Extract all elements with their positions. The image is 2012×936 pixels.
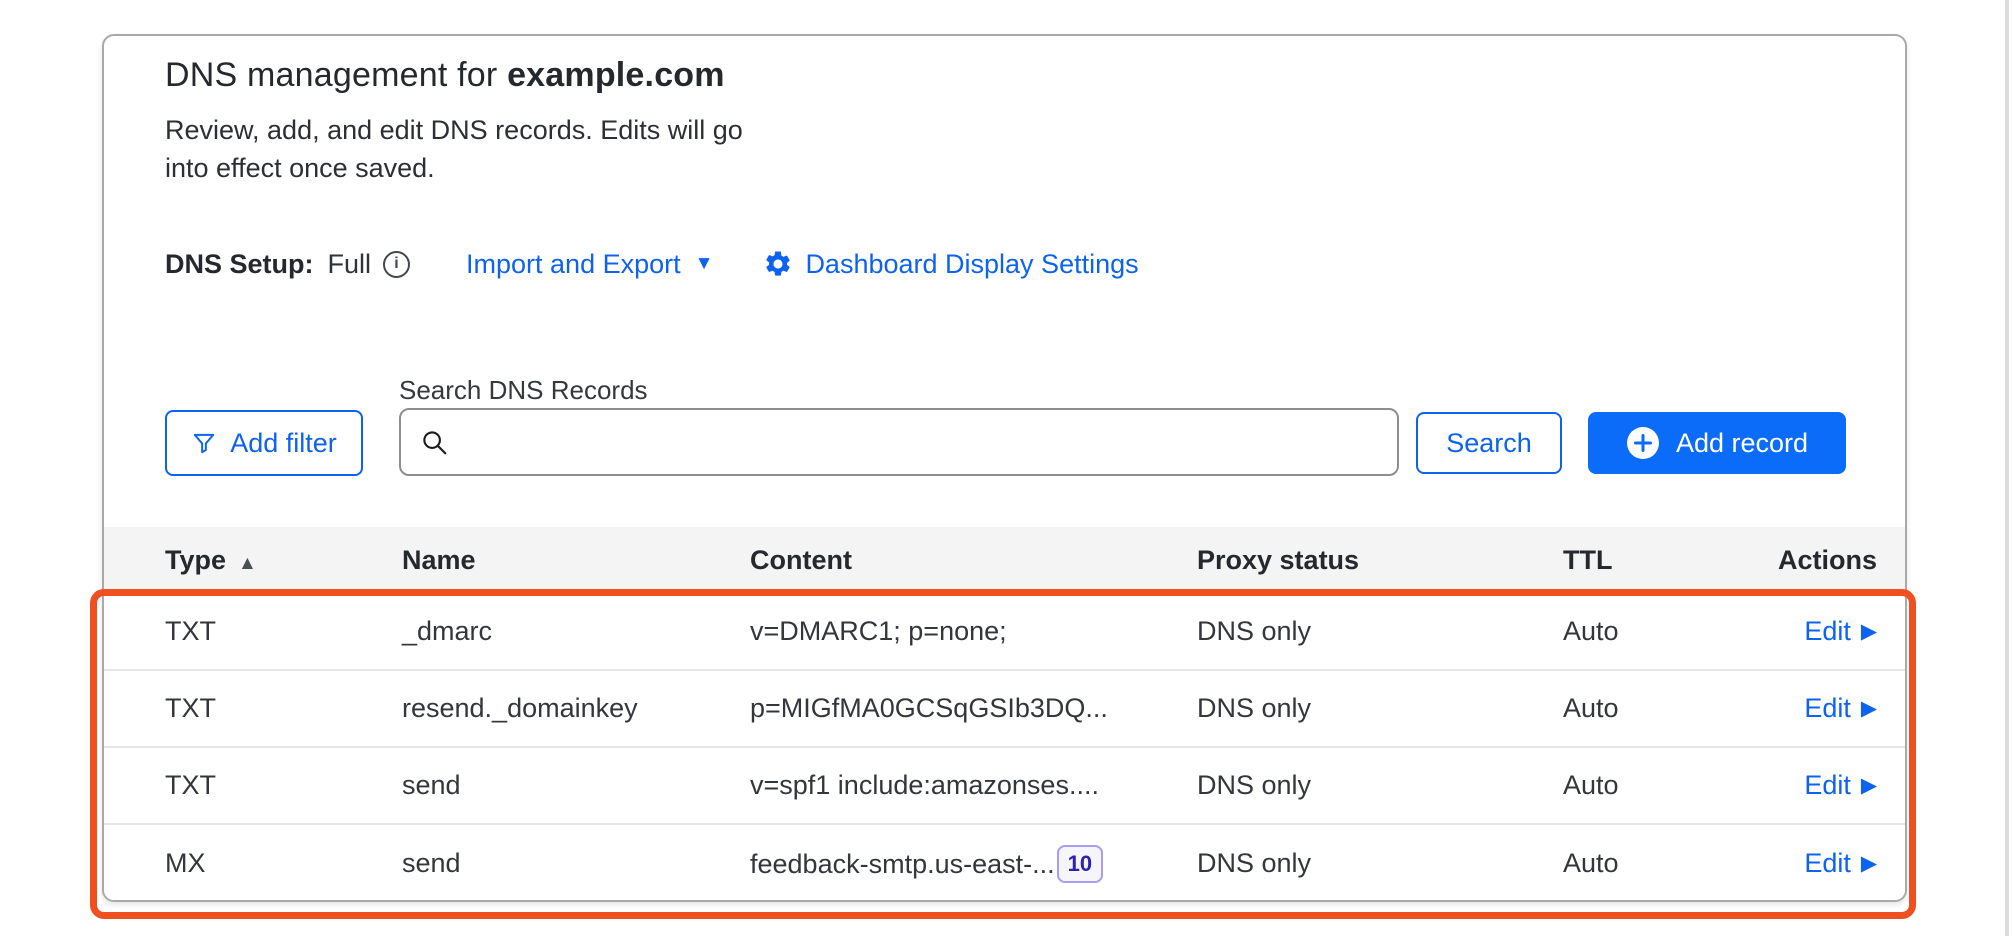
page-title: DNS management for example.com (165, 56, 745, 95)
edit-link[interactable]: Edit ▶ (1804, 770, 1877, 801)
filter-icon (191, 430, 217, 456)
cell-actions: Edit ▶ (1763, 848, 1877, 879)
dns-setup-label: DNS Setup: (165, 249, 314, 280)
screen-edge-strip (2005, 0, 2009, 936)
search-icon (419, 427, 449, 457)
dns-management-card: DNS management for example.com Review, a… (102, 34, 1907, 902)
sort-ascending-icon: ▲ (238, 553, 257, 574)
cell-actions: Edit ▶ (1763, 616, 1877, 647)
add-record-button[interactable]: Add record (1588, 412, 1846, 474)
dashboard-display-settings-link[interactable]: Dashboard Display Settings (763, 249, 1138, 280)
search-label: Search DNS Records (399, 375, 648, 406)
dns-setup-value: Full (328, 249, 372, 280)
gear-icon (763, 249, 793, 279)
cell-proxy-status: DNS only (1197, 848, 1563, 879)
cell-content: feedback-smtp.us-east-...10 (750, 845, 1197, 883)
add-record-label: Add record (1676, 428, 1808, 459)
import-export-link[interactable]: Import and Export ▼ (466, 249, 713, 280)
add-filter-button[interactable]: Add filter (165, 410, 363, 476)
cell-proxy-status: DNS only (1197, 616, 1563, 647)
page-description: Review, add, and edit DNS records. Edits… (165, 111, 745, 187)
table-body: TXT _dmarc v=DMARC1; p=none; DNS only Au… (104, 594, 1905, 902)
cell-name: _dmarc (402, 616, 750, 647)
edit-link[interactable]: Edit ▶ (1804, 693, 1877, 724)
cell-ttl: Auto (1563, 770, 1763, 801)
column-header-name[interactable]: Name (402, 545, 750, 576)
edit-link[interactable]: Edit ▶ (1804, 848, 1877, 879)
table-row: TXT resend._domainkey p=MIGfMA0GCSqGSIb3… (104, 671, 1905, 748)
edit-arrow-icon: ▶ (1861, 773, 1877, 798)
edit-label: Edit (1804, 616, 1851, 647)
edit-label: Edit (1804, 770, 1851, 801)
cell-actions: Edit ▶ (1763, 770, 1877, 801)
cell-name: send (402, 848, 750, 879)
cell-content: p=MIGfMA0GCSqGSIb3DQ... (750, 693, 1197, 724)
page-title-prefix: DNS management for (165, 56, 507, 94)
edit-arrow-icon: ▶ (1861, 619, 1877, 644)
add-filter-label: Add filter (230, 428, 337, 459)
cell-type: TXT (165, 616, 402, 647)
search-button-label: Search (1446, 428, 1532, 459)
cell-type: MX (165, 848, 402, 879)
chevron-down-icon: ▼ (695, 253, 714, 275)
table-header-row: Type▲ Name Content Proxy status TTL Acti… (104, 527, 1905, 594)
table-row: TXT send v=spf1 include:amazonses.... DN… (104, 748, 1905, 825)
cell-content: v=spf1 include:amazonses.... (750, 770, 1197, 801)
column-header-content[interactable]: Content (750, 545, 1197, 576)
cell-name: resend._domainkey (402, 693, 750, 724)
column-header-proxy-status[interactable]: Proxy status (1197, 545, 1563, 576)
cell-ttl: Auto (1563, 616, 1763, 647)
column-header-actions: Actions (1763, 545, 1877, 576)
cell-ttl: Auto (1563, 693, 1763, 724)
dashboard-display-settings-label: Dashboard Display Settings (805, 249, 1138, 280)
import-export-label: Import and Export (466, 249, 681, 280)
cell-type: TXT (165, 770, 402, 801)
edit-label: Edit (1804, 693, 1851, 724)
edit-arrow-icon: ▶ (1861, 851, 1877, 876)
dns-setup-row: DNS Setup: Full Import and Export ▼ Dash… (165, 242, 1139, 286)
table-row: MX send feedback-smtp.us-east-...10 DNS … (104, 825, 1905, 902)
info-icon[interactable] (383, 251, 410, 278)
search-input[interactable] (449, 410, 1397, 474)
cell-name: send (402, 770, 750, 801)
cell-proxy-status: DNS only (1197, 693, 1563, 724)
table-row: TXT _dmarc v=DMARC1; p=none; DNS only Au… (104, 594, 1905, 671)
column-header-ttl[interactable]: TTL (1563, 545, 1763, 576)
cell-actions: Edit ▶ (1763, 693, 1877, 724)
cell-content: v=DMARC1; p=none; (750, 616, 1197, 647)
cell-ttl: Auto (1563, 848, 1763, 879)
priority-badge: 10 (1057, 845, 1103, 883)
column-header-type[interactable]: Type▲ (165, 545, 402, 576)
edit-link[interactable]: Edit ▶ (1804, 616, 1877, 647)
page-title-domain: example.com (507, 56, 725, 94)
card-header: DNS management for example.com Review, a… (165, 56, 745, 187)
edit-arrow-icon: ▶ (1861, 696, 1877, 721)
plus-icon (1626, 426, 1660, 460)
edit-label: Edit (1804, 848, 1851, 879)
cell-proxy-status: DNS only (1197, 770, 1563, 801)
cell-type: TXT (165, 693, 402, 724)
search-box (399, 408, 1399, 476)
search-button[interactable]: Search (1416, 412, 1562, 474)
